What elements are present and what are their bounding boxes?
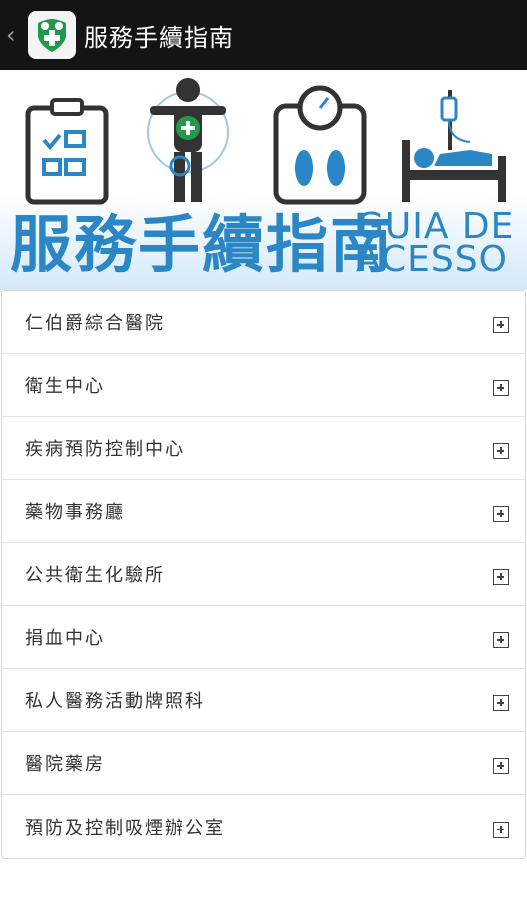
plus-square-icon[interactable] — [493, 317, 509, 333]
list-item-pharmaceutical-affairs[interactable]: 藥物事務廳 — [2, 480, 525, 543]
list-item-disease-control[interactable]: 疾病預防控制中心 — [2, 417, 525, 480]
list-item-label: 醫院藥房 — [25, 754, 105, 775]
list-item-label: 仁伯爵綜合醫院 — [25, 313, 165, 334]
list-item-health-centers[interactable]: 衛生中心 — [2, 354, 525, 417]
list-item-private-licensing[interactable]: 私人醫務活動牌照科 — [2, 669, 525, 732]
app-header: ‹ 服務手續指南 — [0, 0, 527, 70]
list-item-smoking-prevention[interactable]: 預防及控制吸煙辦公室 — [2, 795, 525, 858]
banner-title-portuguese: GUIA DE ACESSO — [356, 209, 524, 280]
page-title: 服務手續指南 — [84, 23, 234, 52]
banner-title-chinese: 服務手續指南 — [10, 208, 395, 281]
hospital-bed-icon — [402, 90, 506, 202]
list-item-label: 捐血中心 — [25, 628, 105, 649]
list-item-hospital-pharmacy[interactable]: 醫院藥房 — [2, 732, 525, 795]
list-item-label: 預防及控制吸煙辦公室 — [25, 817, 225, 839]
chevron-left-icon[interactable]: ‹ — [6, 0, 22, 70]
list-item-public-health-lab[interactable]: 公共衛生化驗所 — [2, 543, 525, 606]
list-item-label: 衛生中心 — [25, 376, 105, 397]
plus-square-icon[interactable] — [493, 821, 509, 838]
scale-feet-icon — [273, 85, 367, 205]
list-item-blood-center[interactable]: 捐血中心 — [2, 606, 525, 669]
plus-square-icon[interactable] — [493, 380, 509, 396]
list-item-label: 藥物事務廳 — [25, 502, 125, 523]
plus-square-icon[interactable] — [493, 443, 509, 459]
clipboard-checklist-icon — [25, 98, 109, 205]
banner-illustrations — [25, 78, 506, 205]
hero-banner: 服務手續指南 GUIA DE ACESSO — [0, 70, 527, 290]
banner-title-portuguese-line2: ACESSO — [356, 239, 508, 280]
plus-square-icon[interactable] — [493, 569, 509, 585]
list-item-label: 私人醫務活動牌照科 — [25, 691, 205, 712]
plus-square-icon[interactable] — [493, 506, 509, 522]
service-list: 仁伯爵綜合醫院 衛生中心 疾病預防控制中心 藥物事務廳 公共衛生化驗所 捐血中心… — [1, 290, 526, 859]
list-item-label: 疾病預防控制中心 — [25, 439, 185, 460]
plus-square-icon[interactable] — [493, 695, 509, 711]
plus-square-icon[interactable] — [493, 632, 509, 648]
list-item-label: 公共衛生化驗所 — [25, 565, 165, 586]
app-logo-icon[interactable] — [28, 11, 76, 59]
list-item-centro-hospitalar[interactable]: 仁伯爵綜合醫院 — [2, 291, 525, 354]
plus-square-icon[interactable] — [493, 758, 509, 774]
patient-body-icon — [147, 78, 229, 202]
